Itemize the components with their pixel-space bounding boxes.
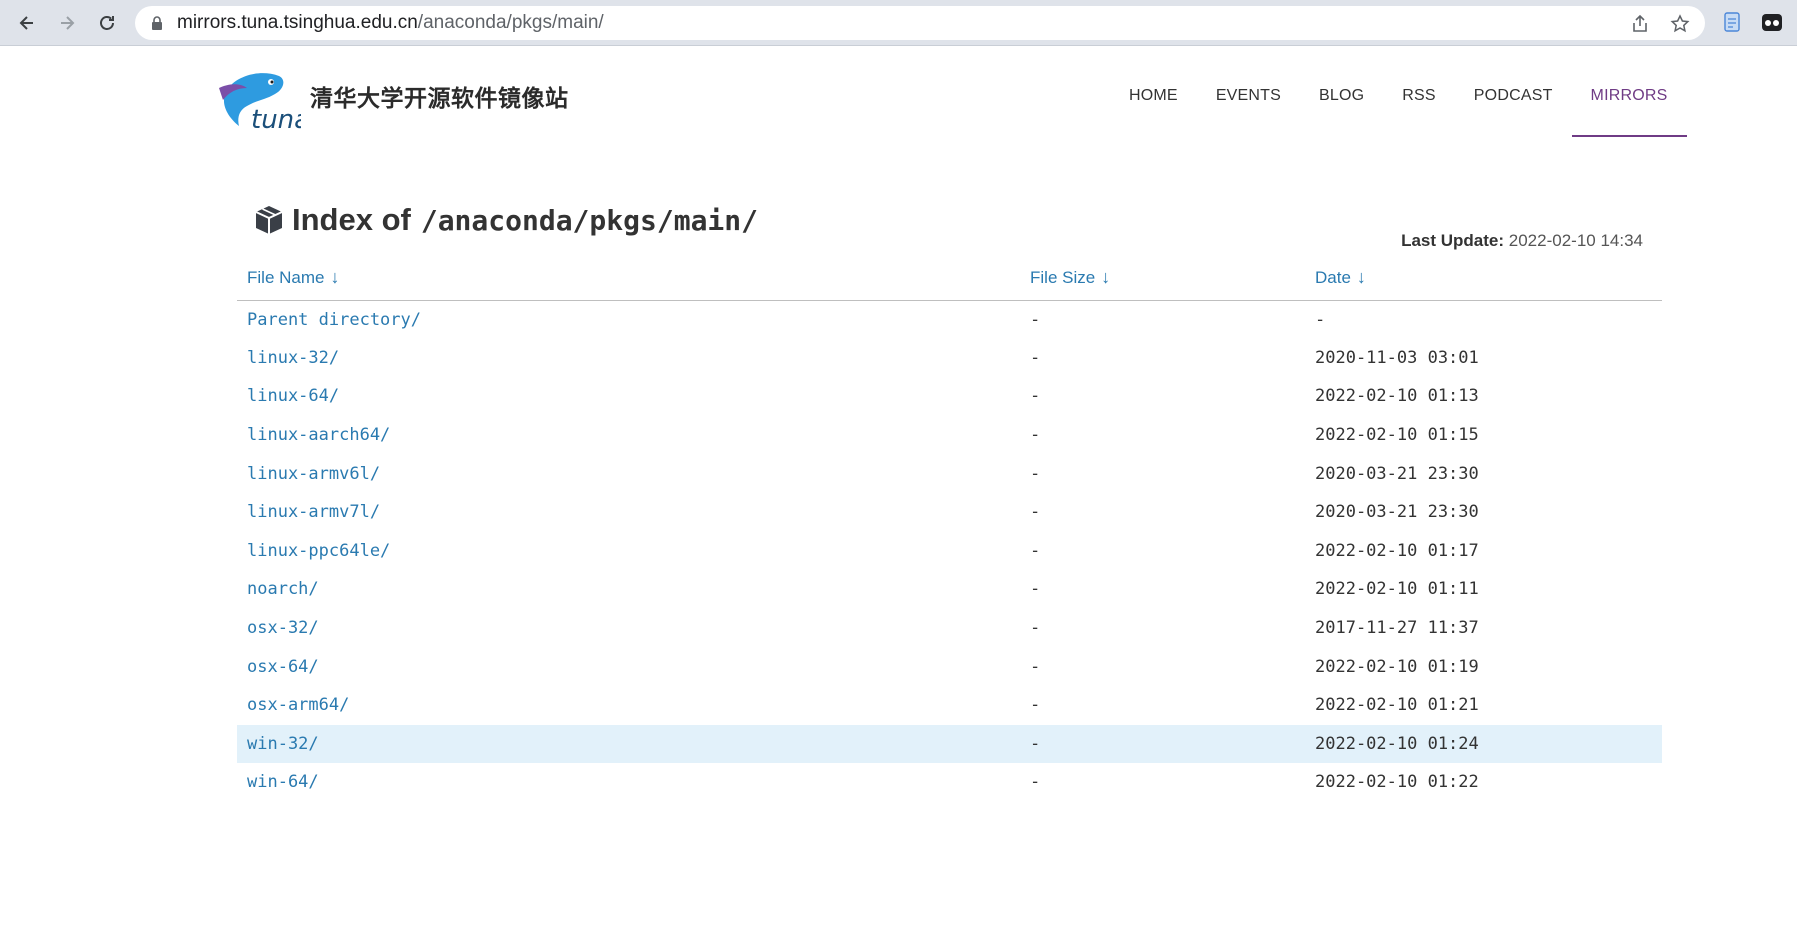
last-update-value: 2022-02-10 14:34 [1508,231,1643,250]
document-extension-icon[interactable] [1721,11,1743,33]
table-row[interactable]: win-32/-2022-02-10 01:24 [237,724,1662,764]
file-name-link[interactable]: linux-64/ [237,377,1020,416]
last-update: Last Update: 2022-02-10 14:34 [1401,231,1643,251]
sort-by-size-header[interactable]: File Size ↓ [1020,256,1305,301]
header-label: File Name [247,268,325,288]
sort-arrow-icon: ↓ [1356,267,1366,288]
file-name-link[interactable]: linux-armv7l/ [237,493,1020,532]
file-date: 2022-02-10 01:22 [1315,772,1479,793]
file-date: 2020-03-21 23:30 [1315,463,1479,484]
header-label: File Size [1030,268,1096,288]
file-size: - [1030,540,1041,561]
back-button[interactable] [13,9,41,37]
last-update-label: Last Update: [1401,231,1505,250]
browser-toolbar: mirrors.tuna.tsinghua.edu.cn/anaconda/pk… [0,0,1797,46]
file-name-link[interactable]: osx-32/ [237,609,1020,648]
table-row[interactable]: linux-32/- 2020-11-03 03:01 [237,339,1662,378]
file-date: 2020-03-21 23:30 [1315,502,1479,523]
file-name-link[interactable]: osx-arm64/ [237,686,1020,725]
file-name-link[interactable]: osx-64/ [237,647,1020,686]
header-label: Date [1315,268,1351,288]
logo-wordmark: tuna [251,105,301,132]
table-row[interactable]: linux-armv6l/- 2020-03-21 23:30 [237,454,1662,493]
site-header: tuna 清华大学开源软件镜像站 HOME EVENTS BLOG RSS PO… [0,46,1797,137]
table-row[interactable]: noarch/- 2022-02-10 01:11 [237,570,1662,609]
page-title: Index of /anaconda/pkgs/main/ [252,202,758,238]
forward-button[interactable] [53,9,81,37]
table-row[interactable]: linux-ppc64le/- 2022-02-10 01:17 [237,532,1662,571]
sort-by-name-header[interactable]: File Name ↓ [237,256,1020,301]
table-header-row: File Name ↓ File Size ↓ Date ↓ [237,256,1662,301]
table-row[interactable]: osx-arm64/- 2022-02-10 01:21 [237,686,1662,725]
file-size: - [1030,309,1041,330]
table-row[interactable]: linux-aarch64/- 2022-02-10 01:15 [237,416,1662,455]
file-size: - [1030,656,1041,677]
tuna-fish-logo-icon[interactable]: tuna [217,66,301,132]
back-arrow-icon [19,16,33,30]
file-name-link[interactable]: linux-armv6l/ [237,454,1020,493]
file-date: 2022-02-10 01:24 [1305,724,1662,764]
file-size: - [1030,463,1041,484]
site-title[interactable]: 清华大学开源软件镜像站 [310,79,569,113]
address-bar[interactable]: mirrors.tuna.tsinghua.edu.cn/anaconda/pk… [135,6,1705,40]
top-navigation: HOME EVENTS BLOG RSS PODCAST MIRRORS [1110,46,1687,137]
file-listing-table: File Name ↓ File Size ↓ Date ↓ Parent direc… [237,256,1662,802]
file-size: - [1030,425,1041,446]
nav-events[interactable]: EVENTS [1197,46,1300,132]
reload-icon [100,16,114,30]
sort-by-date-header[interactable]: Date ↓ [1305,256,1662,301]
page-title-prefix: Index of [292,202,411,237]
file-size: - [1030,386,1041,407]
table-row[interactable]: win-64/- 2022-02-10 01:22 [237,763,1662,802]
file-name-link[interactable]: linux-aarch64/ [237,416,1020,455]
table-row[interactable]: Parent directory/- - [237,300,1662,339]
nav-podcast[interactable]: PODCAST [1455,46,1572,132]
file-name-link[interactable]: noarch/ [237,570,1020,609]
file-size: - [1030,502,1041,523]
sort-arrow-icon: ↓ [1101,267,1111,288]
share-icon[interactable] [1630,14,1650,34]
url-path: /anaconda/pkgs/main/ [417,12,604,33]
file-name-link[interactable]: linux-32/ [237,339,1020,378]
file-size: - [1030,347,1041,368]
file-date: 2022-02-10 01:13 [1315,386,1479,407]
nav-blog[interactable]: BLOG [1300,46,1383,132]
table-row[interactable]: osx-32/- 2017-11-27 11:37 [237,609,1662,648]
page-title-path: /anaconda/pkgs/main/ [420,203,758,237]
file-size: - [1030,695,1041,716]
file-date: 2022-02-10 01:11 [1315,579,1479,600]
file-date: 2022-02-10 01:15 [1315,425,1479,446]
file-date: 2020-11-03 03:01 [1315,347,1479,368]
file-date: 2022-02-10 01:17 [1315,540,1479,561]
file-name-link[interactable]: Parent directory/ [237,300,1020,339]
nav-home[interactable]: HOME [1110,46,1197,132]
file-date: 2022-02-10 01:19 [1315,656,1479,677]
package-box-icon [255,206,283,234]
url-host: mirrors.tuna.tsinghua.edu.cn [177,12,418,33]
table-row[interactable]: linux-64/- 2022-02-10 01:13 [237,377,1662,416]
file-date: 2022-02-10 01:21 [1315,695,1479,716]
file-date: - [1315,309,1326,330]
url-text: mirrors.tuna.tsinghua.edu.cn/anaconda/pk… [177,6,604,40]
file-rows: Parent directory/- - linux-32/-2020-11-03 … [237,300,1662,802]
forward-arrow-icon [61,16,75,30]
reload-button[interactable] [93,9,121,37]
file-name-link[interactable]: linux-ppc64le/ [237,532,1020,571]
glasses-extension-icon[interactable] [1761,11,1783,33]
lock-icon [152,16,162,30]
file-size: - [1030,579,1041,600]
file-name-link[interactable]: win-64/ [237,763,1020,802]
bookmark-star-icon[interactable] [1670,14,1690,34]
table-row[interactable]: linux-armv7l/- 2020-03-21 23:30 [237,493,1662,532]
file-size: - [1020,724,1305,764]
file-size: - [1030,772,1041,793]
table-row[interactable]: osx-64/- 2022-02-10 01:19 [237,647,1662,686]
nav-mirrors[interactable]: MIRRORS [1571,46,1687,137]
file-size: - [1030,618,1041,639]
sort-arrow-icon: ↓ [330,267,340,288]
file-date: 2017-11-27 11:37 [1315,618,1479,639]
file-name-link[interactable]: win-32/ [237,724,1020,764]
nav-rss[interactable]: RSS [1383,46,1455,132]
